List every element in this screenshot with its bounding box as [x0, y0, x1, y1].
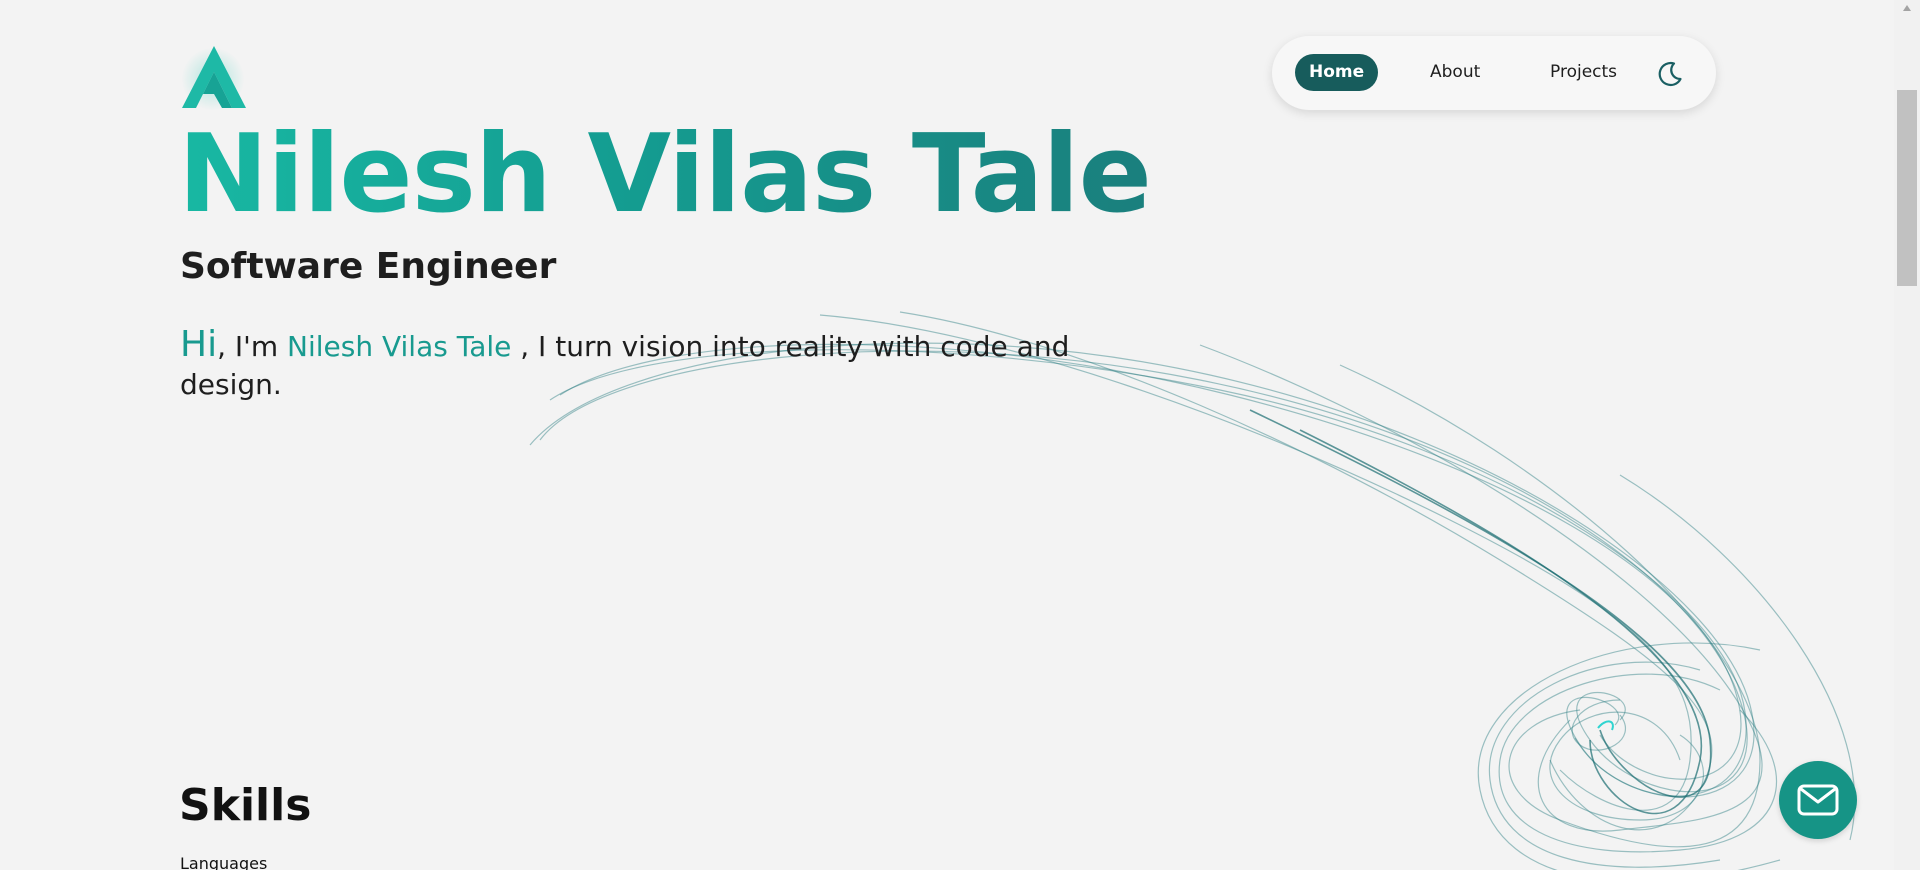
portfolio-page: Home About Projects Nilesh Vilas Tale So…	[0, 0, 1920, 870]
nav-item-home[interactable]: Home	[1295, 54, 1379, 91]
hero-intro: Hi, I'm Nilesh Vilas Tale , I turn visio…	[180, 326, 1080, 404]
mail-icon	[1797, 784, 1839, 816]
theme-toggle-button[interactable]	[1656, 60, 1684, 88]
contact-mail-button[interactable]	[1779, 761, 1857, 839]
hero-role: Software Engineer	[180, 246, 557, 287]
greeting-text: Hi	[180, 324, 218, 365]
scroll-up-arrow-icon[interactable]	[1902, 4, 1912, 12]
skills-languages-label: Languages	[180, 854, 268, 870]
nav-item-projects[interactable]: Projects	[1536, 54, 1631, 91]
nav-item-about[interactable]: About	[1416, 54, 1494, 91]
hero-name-heading: Nilesh Vilas Tale	[178, 110, 1152, 240]
scrollbar-thumb[interactable]	[1897, 90, 1917, 286]
intro-prefix: , I'm	[217, 330, 288, 363]
site-logo[interactable]	[178, 36, 250, 110]
skills-heading: Skills	[179, 780, 312, 831]
main-nav: Home About Projects	[1272, 36, 1716, 110]
moon-icon	[1658, 61, 1682, 87]
intro-name: Nilesh Vilas Tale	[287, 330, 512, 363]
a-monogram-logo-icon	[182, 46, 246, 108]
page-scrollbar[interactable]	[1894, 0, 1920, 870]
